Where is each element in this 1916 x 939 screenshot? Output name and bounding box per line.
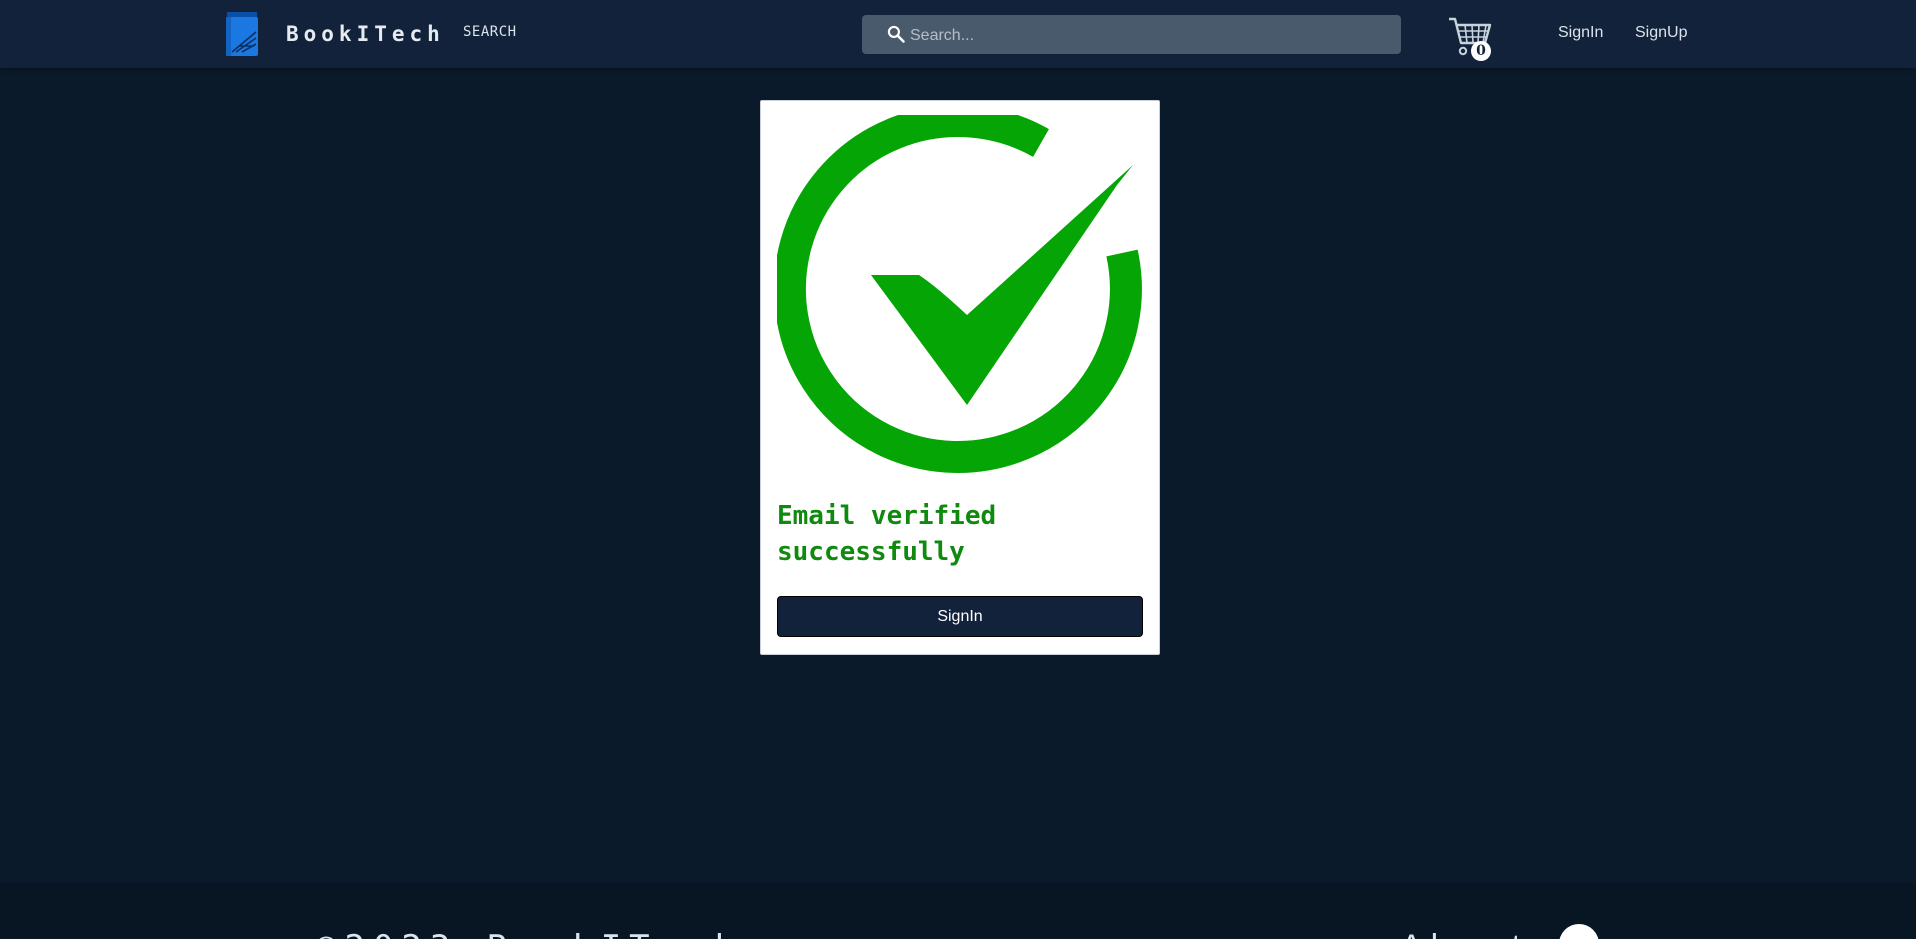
search-icon (887, 25, 905, 43)
signin-nav-link[interactable]: SignIn (1558, 24, 1603, 42)
signup-nav-link[interactable]: SignUp (1635, 24, 1687, 42)
search-box (862, 15, 1401, 56)
cart-button[interactable]: 0 (1447, 13, 1497, 61)
cart-count-badge: 0 (1471, 41, 1491, 61)
search-input[interactable] (908, 15, 1392, 56)
footer: ©2023 BookITech About (0, 883, 1916, 939)
checkmark-circle-icon (777, 115, 1142, 474)
signin-button[interactable]: SignIn (777, 596, 1143, 637)
about-link[interactable]: About (1400, 928, 1529, 939)
verification-card: Email verified successfully SignIn (760, 100, 1160, 655)
top-navbar: BookITech SEARCH 0 SignIn SignUp (0, 0, 1916, 68)
verification-message: Email verified successfully (777, 501, 997, 567)
brand-home-link[interactable]: BookITech (226, 12, 440, 56)
brand-name: BookITech (286, 22, 445, 46)
copyright-text: ©2023 BookITech (316, 928, 743, 939)
book-logo-icon (226, 12, 258, 56)
search-nav-link[interactable]: SEARCH (463, 24, 517, 40)
github-icon[interactable] (1559, 924, 1599, 939)
